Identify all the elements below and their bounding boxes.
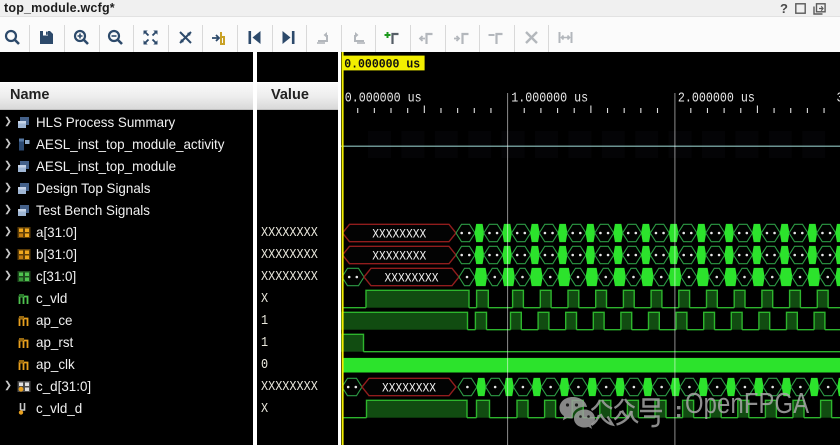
svg-text:1.000000 us: 1.000000 us [511, 91, 588, 107]
svg-text:XXXXXXXX: XXXXXXXX [382, 381, 436, 396]
svg-text:XXXXXXXX: XXXXXXXX [372, 249, 426, 264]
svg-text:XXXXXXXX: XXXXXXXX [372, 227, 426, 242]
svg-text:3.0: 3.0 [837, 91, 840, 107]
svg-text:XXXXXXXX: XXXXXXXX [385, 271, 439, 286]
svg-text:2.000000 us: 2.000000 us [678, 91, 755, 107]
svg-text:0.000000 us: 0.000000 us [345, 91, 422, 107]
svg-text:0.000000 us: 0.000000 us [344, 57, 420, 72]
